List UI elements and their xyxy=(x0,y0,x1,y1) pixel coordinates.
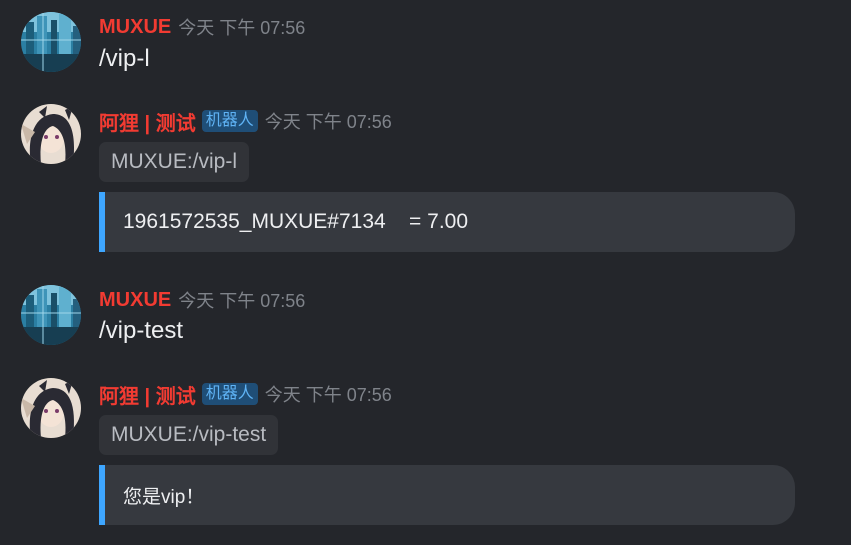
anime-girl-avatar-icon xyxy=(21,104,81,164)
user-avatar[interactable] xyxy=(21,285,81,345)
anime-girl-avatar-icon xyxy=(21,378,81,438)
message-text: /vip-test xyxy=(99,317,184,344)
bot-avatar[interactable] xyxy=(21,378,81,438)
embed-text: 您是vip！ xyxy=(123,486,205,508)
blue-city-avatar-icon xyxy=(21,12,81,72)
author-name[interactable]: MUXUE xyxy=(99,289,171,312)
user-avatar[interactable] xyxy=(21,12,81,72)
message-timestamp: 今天 下午 07:56 xyxy=(264,385,392,405)
quoted-message[interactable]: MUXUE:/vip-l xyxy=(99,142,250,182)
message-header: 阿狸 | 测试 机器人 今天 下午 07:56 xyxy=(99,380,392,409)
bot-badge: 机器人 xyxy=(201,110,258,132)
blue-city-avatar-icon xyxy=(21,285,81,345)
embed-accent-bar xyxy=(99,192,105,252)
bot-badge: 机器人 xyxy=(201,383,258,405)
message-header: MUXUE 今天 下午 07:56 xyxy=(99,14,305,40)
message-timestamp: 今天 下午 07:56 xyxy=(178,291,306,311)
message-text: /vip-l xyxy=(99,45,150,72)
author-name[interactable]: 阿狸 | 测试 xyxy=(99,380,196,409)
message-timestamp: 今天 下午 07:56 xyxy=(178,18,306,38)
author-name[interactable]: MUXUE xyxy=(99,16,171,39)
embed-text: 1961572535_MUXUE#7134 = 7.00 xyxy=(123,210,469,233)
message-header: 阿狸 | 测试 机器人 今天 下午 07:56 xyxy=(99,107,392,136)
message-header: MUXUE 今天 下午 07:56 xyxy=(99,287,305,313)
author-name[interactable]: 阿狸 | 测试 xyxy=(99,107,196,136)
quoted-message[interactable]: MUXUE:/vip-test xyxy=(99,415,279,455)
embed-accent-bar xyxy=(99,465,105,525)
message-timestamp: 今天 下午 07:56 xyxy=(264,112,392,132)
bot-avatar[interactable] xyxy=(21,104,81,164)
embed-card: 您是vip！ xyxy=(99,465,795,525)
embed-card: 1961572535_MUXUE#7134 = 7.00 xyxy=(99,192,795,252)
chat-message-list: MUXUE 今天 下午 07:56 /vip-l 阿狸 | 测试 机器人 今天 … xyxy=(0,0,851,545)
